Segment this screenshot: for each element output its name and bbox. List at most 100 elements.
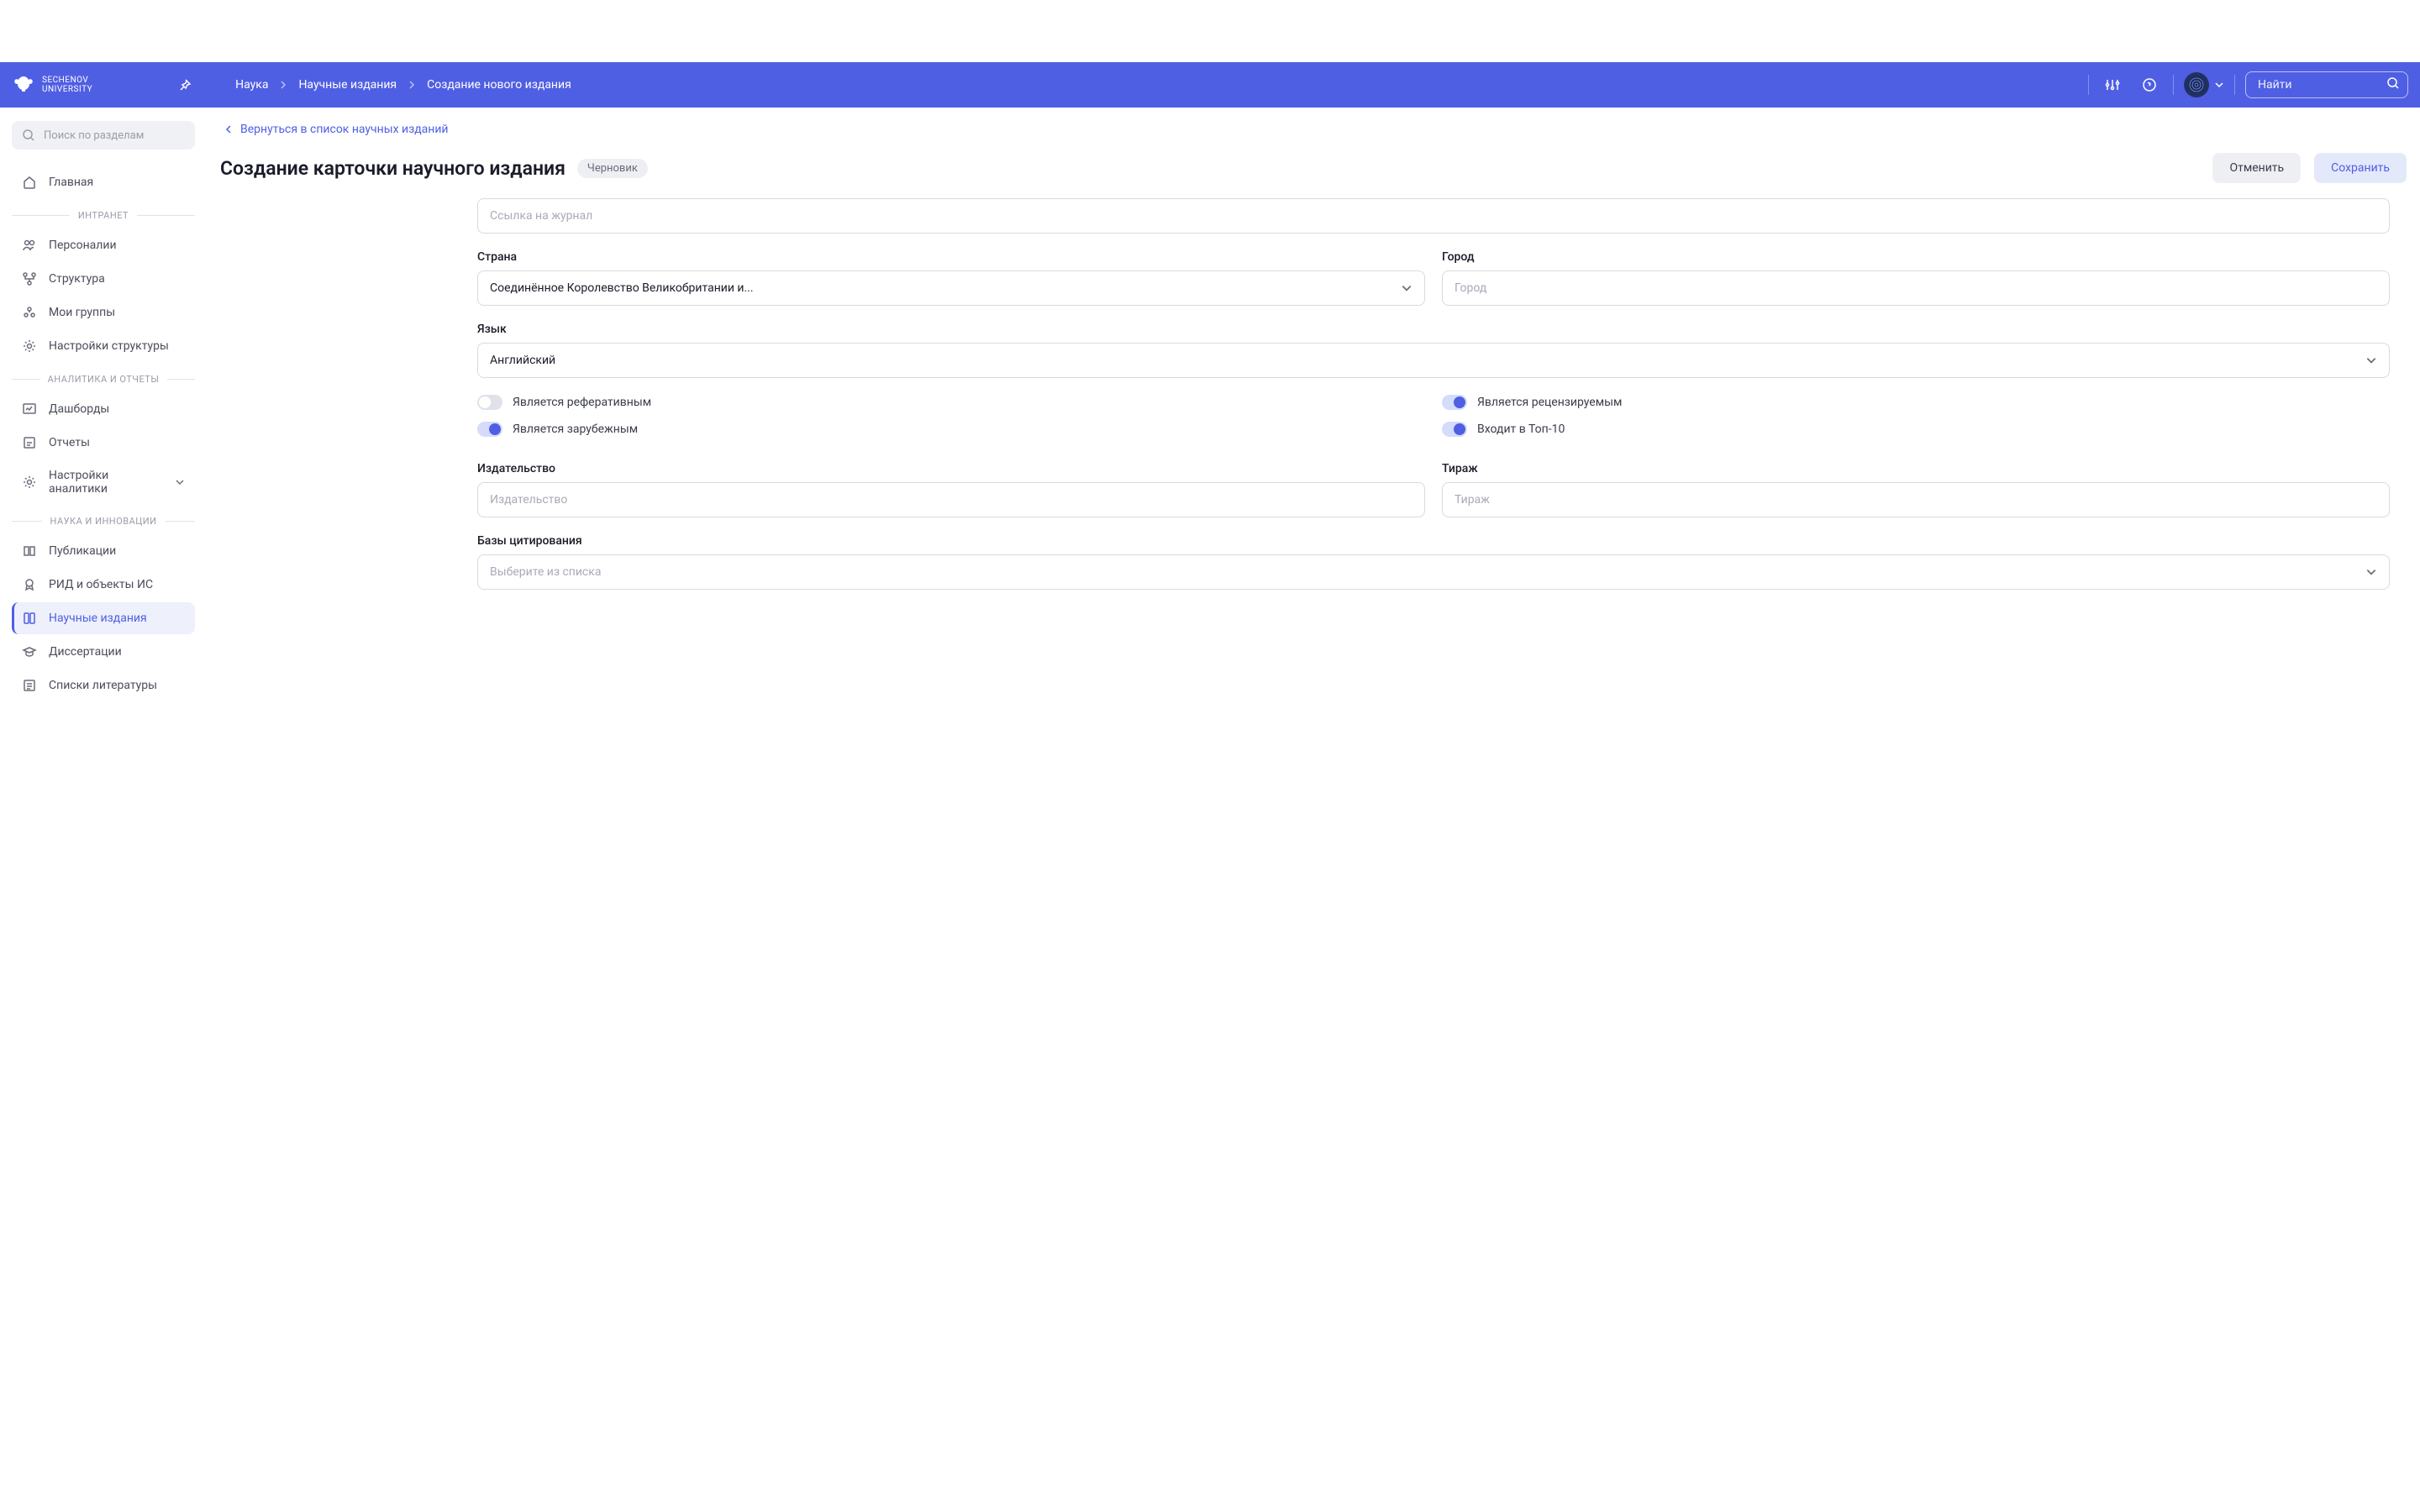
groups-icon <box>22 305 37 320</box>
page-header: Создание карточки научного издания Черно… <box>220 153 2407 183</box>
avatar <box>2184 72 2209 97</box>
chevron-left-icon <box>225 124 232 134</box>
book-icon <box>22 543 37 559</box>
divider <box>2173 75 2174 95</box>
help-button[interactable] <box>2136 71 2163 98</box>
search-icon <box>2386 76 2400 90</box>
pin-button[interactable] <box>176 76 193 93</box>
chevron-right-icon <box>408 80 415 90</box>
publisher-label: Издательство <box>477 462 1425 475</box>
logo-icon <box>12 73 35 97</box>
city-input[interactable] <box>1442 270 2390 306</box>
sliders-icon <box>2105 77 2120 92</box>
structure-icon <box>22 271 37 286</box>
sidebar-item-personalii[interactable]: Персоналии <box>12 229 195 261</box>
sidebar-item-spiski-literatury[interactable]: Списки литературы <box>12 669 195 701</box>
report-icon <box>22 435 37 450</box>
search-input[interactable] <box>2245 71 2408 98</box>
sidebar-item-label: Главная <box>49 176 93 189</box>
breadcrumb-item-0[interactable]: Наука <box>235 78 268 92</box>
sidebar-section-analytics: АНАЛИТИКА И ОТЧЕТЫ <box>12 364 195 393</box>
sidebar-item-nastroiki-struktury[interactable]: Настройки структуры <box>12 330 195 362</box>
graduation-icon <box>22 644 37 659</box>
sidebar-search-input[interactable] <box>12 121 195 150</box>
chevron-right-icon <box>280 80 287 90</box>
users-icon <box>22 238 37 253</box>
chevron-down-icon <box>175 475 185 489</box>
country-label: Страна <box>477 250 1425 264</box>
breadcrumb-item-2[interactable]: Создание нового издания <box>427 78 571 92</box>
chevron-down-icon <box>2214 81 2224 88</box>
sidebar-section-intranet: ИНТРАНЕТ <box>12 200 195 229</box>
sidebar-item-label: Отчеты <box>49 436 90 449</box>
toggle-foreign-label: Является зарубежным <box>513 423 638 436</box>
sidebar-item-dashbordy[interactable]: Дашборды <box>12 393 195 425</box>
award-icon <box>22 577 37 592</box>
citation-label: Базы цитирования <box>477 534 2390 548</box>
city-label: Город <box>1442 250 2390 264</box>
language-select[interactable]: Английский <box>477 343 2390 378</box>
gear-icon <box>22 339 37 354</box>
sidebar-item-label: Настройки структуры <box>49 339 169 353</box>
language-label: Язык <box>477 323 2390 336</box>
home-icon <box>22 175 37 190</box>
toggle-top10-label: Входит в Топ-10 <box>1477 423 1565 436</box>
chevron-down-icon <box>2365 566 2377 578</box>
sidebar-item-label: Дашборды <box>49 402 109 416</box>
main-content: Вернуться в список научных изданий Созда… <box>207 108 2420 703</box>
cancel-button[interactable]: Отменить <box>2212 153 2301 183</box>
publisher-input[interactable] <box>477 482 1425 517</box>
user-menu[interactable] <box>2184 72 2224 97</box>
sidebar-item-struktura[interactable]: Структура <box>12 263 195 295</box>
toggle-referative-label: Является реферативным <box>513 396 651 409</box>
sidebar-item-publikacii[interactable]: Публикации <box>12 535 195 567</box>
chevron-down-icon <box>1401 282 1413 294</box>
form-card: Страна Соединённое Королевство Великобри… <box>220 198 2407 627</box>
sidebar-item-nauchnye-izdaniya[interactable]: Научные издания <box>12 602 195 634</box>
sidebar-item-label: Мои группы <box>49 306 115 319</box>
toggle-top10[interactable] <box>1442 422 1467 437</box>
sidebar-item-otchety[interactable]: Отчеты <box>12 427 195 459</box>
circulation-label: Тираж <box>1442 462 2390 475</box>
sidebar-item-moi-gruppy[interactable]: Мои группы <box>12 297 195 328</box>
sidebar-item-dissertacii[interactable]: Диссертации <box>12 636 195 668</box>
sidebar-item-label: Диссертации <box>49 645 122 659</box>
settings-button[interactable] <box>2099 71 2126 98</box>
status-badge: Черновик <box>577 159 648 178</box>
search-icon <box>22 129 35 142</box>
citation-select[interactable]: Выберите из списка <box>477 554 2390 590</box>
sidebar-item-label: Научные издания <box>49 612 147 625</box>
toggle-referative[interactable] <box>477 395 502 410</box>
sidebar-section-science: НАУКА И ИННОВАЦИИ <box>12 506 195 535</box>
sidebar-item-home[interactable]: Главная <box>12 166 195 198</box>
back-link[interactable]: Вернуться в список научных изданий <box>220 123 2407 136</box>
sidebar-item-label: РИД и объекты ИС <box>49 578 153 591</box>
sidebar-item-nastroiki-analitiki[interactable]: Настройки аналитики <box>12 460 195 504</box>
sidebar-item-label: Настройки аналитики <box>49 469 163 496</box>
toggle-foreign[interactable] <box>477 422 502 437</box>
page-title: Создание карточки научного издания <box>220 157 566 180</box>
sidebar-item-rid[interactable]: РИД и объекты ИС <box>12 569 195 601</box>
gear-icon <box>22 475 37 490</box>
sidebar-item-label: Персоналии <box>49 239 117 252</box>
toggle-reviewed[interactable] <box>1442 395 1467 410</box>
logo-text: SECHENOV UNIVERSITY <box>42 76 92 94</box>
help-icon <box>2142 77 2157 92</box>
country-select[interactable]: Соединённое Королевство Великобритании и… <box>477 270 1425 306</box>
global-search <box>2245 71 2408 98</box>
dashboard-icon <box>22 402 37 417</box>
sidebar-item-label: Публикации <box>49 544 116 558</box>
circulation-input[interactable] <box>1442 482 2390 517</box>
logo[interactable]: SECHENOV UNIVERSITY <box>12 73 92 97</box>
journal-link-input[interactable] <box>477 198 2390 234</box>
save-button[interactable]: Сохранить <box>2314 153 2407 183</box>
search-submit[interactable] <box>2386 76 2400 93</box>
divider <box>2088 75 2089 95</box>
pin-icon <box>178 78 192 92</box>
sidebar-item-label: Структура <box>49 272 105 286</box>
sidebar-item-label: Списки литературы <box>49 679 157 692</box>
breadcrumb-item-1[interactable]: Научные издания <box>298 78 397 92</box>
fingerprint-icon <box>2188 76 2205 93</box>
chevron-down-icon <box>2365 354 2377 366</box>
divider <box>2234 75 2235 95</box>
